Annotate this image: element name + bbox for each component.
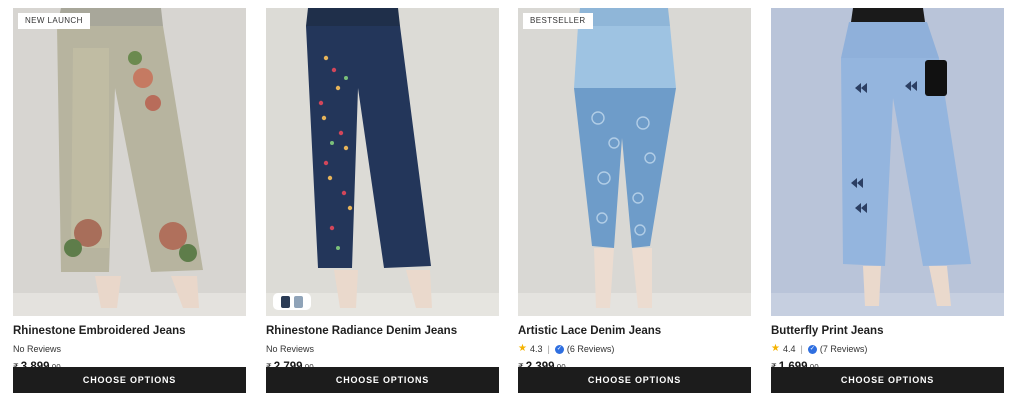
choose-options-button[interactable]: CHOOSE OPTIONS (13, 367, 246, 393)
badge-bestseller: BESTSELLER (523, 13, 593, 29)
color-swatches[interactable] (273, 293, 311, 310)
product-photo-embroidered-jeans (13, 8, 246, 316)
choose-options-button[interactable]: CHOOSE OPTIONS (518, 367, 751, 393)
star-icon: ★ (771, 343, 780, 354)
reviews-row: No Reviews (13, 343, 246, 355)
reviews-text: No Reviews (13, 344, 62, 354)
product-card[interactable]: Rhinestone Radiance Denim Jeans No Revie… (266, 8, 499, 376)
product-card[interactable]: NEW LAUNCH Rhinestone Embroidered Jeans … (13, 8, 246, 376)
product-title[interactable]: Rhinestone Radiance Denim Jeans (266, 324, 499, 338)
choose-options-button[interactable]: CHOOSE OPTIONS (771, 367, 1004, 393)
separator: | (547, 344, 550, 354)
product-title[interactable]: Artistic Lace Denim Jeans (518, 324, 751, 338)
product-image[interactable] (771, 8, 1004, 316)
reviews-row: ★ 4.4 | ✓ (7 Reviews) (771, 343, 1004, 355)
reviews-row: ★ 4.3 | ✓ (6 Reviews) (518, 343, 751, 355)
product-image[interactable]: BESTSELLER (518, 8, 751, 316)
product-photo-butterfly-jeans (771, 8, 1004, 316)
product-image[interactable]: NEW LAUNCH (13, 8, 246, 316)
rating-value: 4.4 (782, 344, 796, 354)
badge-new-launch: NEW LAUNCH (18, 13, 90, 29)
verified-icon: ✓ (807, 344, 817, 354)
product-photo-radiance-jeans (266, 8, 499, 316)
rating-value: 4.3 (529, 344, 543, 354)
product-card[interactable]: Butterfly Print Jeans ★ 4.4 | ✓ (7 Revie… (771, 8, 1004, 376)
swatch-dark[interactable] (281, 295, 290, 308)
choose-options-button[interactable]: CHOOSE OPTIONS (266, 367, 499, 393)
reviews-row: No Reviews (266, 343, 499, 355)
reviews-text[interactable]: (7 Reviews) (820, 343, 868, 355)
product-photo-lace-jeans (518, 8, 751, 316)
reviews-text: No Reviews (266, 344, 315, 354)
star-icon: ★ (518, 343, 527, 354)
product-title[interactable]: Rhinestone Embroidered Jeans (13, 324, 246, 338)
product-image[interactable] (266, 8, 499, 316)
verified-icon: ✓ (554, 344, 564, 354)
product-grid: NEW LAUNCH Rhinestone Embroidered Jeans … (0, 0, 1024, 412)
swatch-light[interactable] (294, 295, 303, 308)
product-title[interactable]: Butterfly Print Jeans (771, 324, 1004, 338)
product-card[interactable]: BESTSELLER Artistic Lace Denim Jeans ★ 4… (518, 8, 751, 376)
separator: | (800, 344, 803, 354)
reviews-text[interactable]: (6 Reviews) (567, 343, 615, 355)
